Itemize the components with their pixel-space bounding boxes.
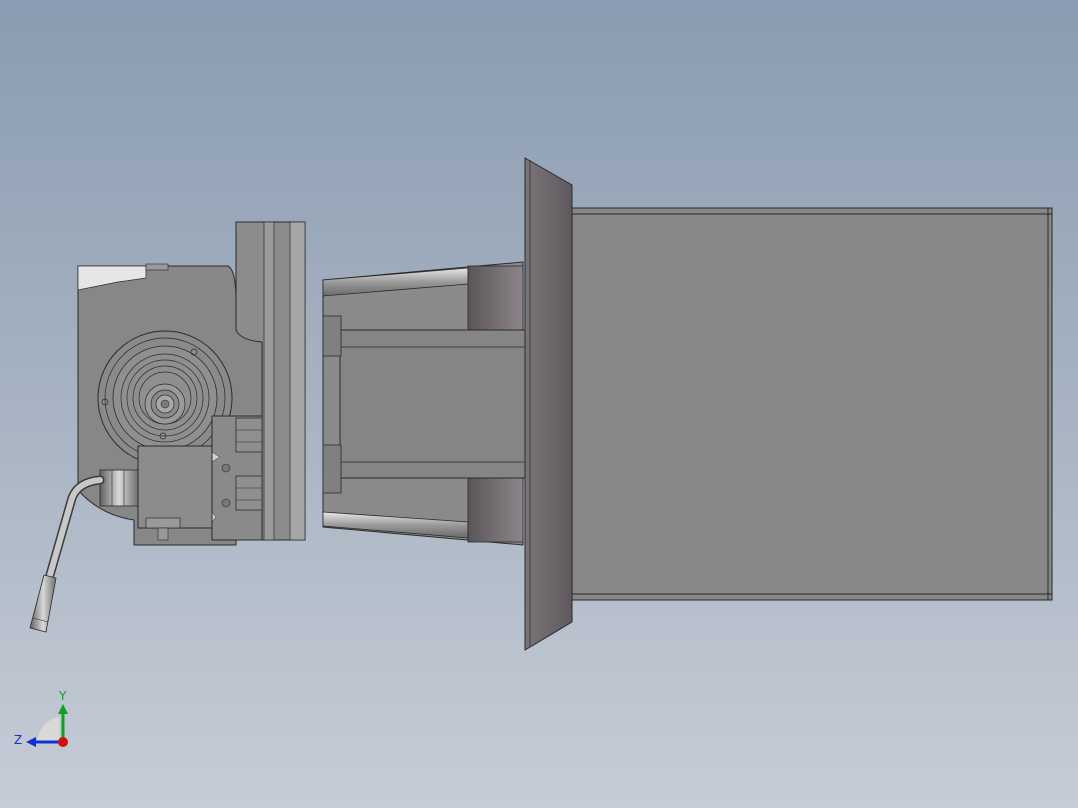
triad-plane-icon	[35, 715, 61, 743]
flange-plate[interactable]	[524, 157, 573, 651]
crank-handle[interactable]	[29, 475, 105, 633]
ram-housing[interactable]	[322, 261, 526, 546]
cad-3d-viewport[interactable]: Y Z	[0, 0, 1078, 808]
axis-z-label: Z	[14, 733, 22, 747]
axis-y-label: Y	[58, 689, 67, 703]
axis-x-icon	[58, 737, 68, 747]
tool-holder-block[interactable]	[211, 415, 263, 541]
orientation-triad: Y Z	[14, 689, 68, 747]
column-box[interactable]	[571, 207, 1053, 601]
machine-model[interactable]: Y Z	[0, 0, 1078, 808]
